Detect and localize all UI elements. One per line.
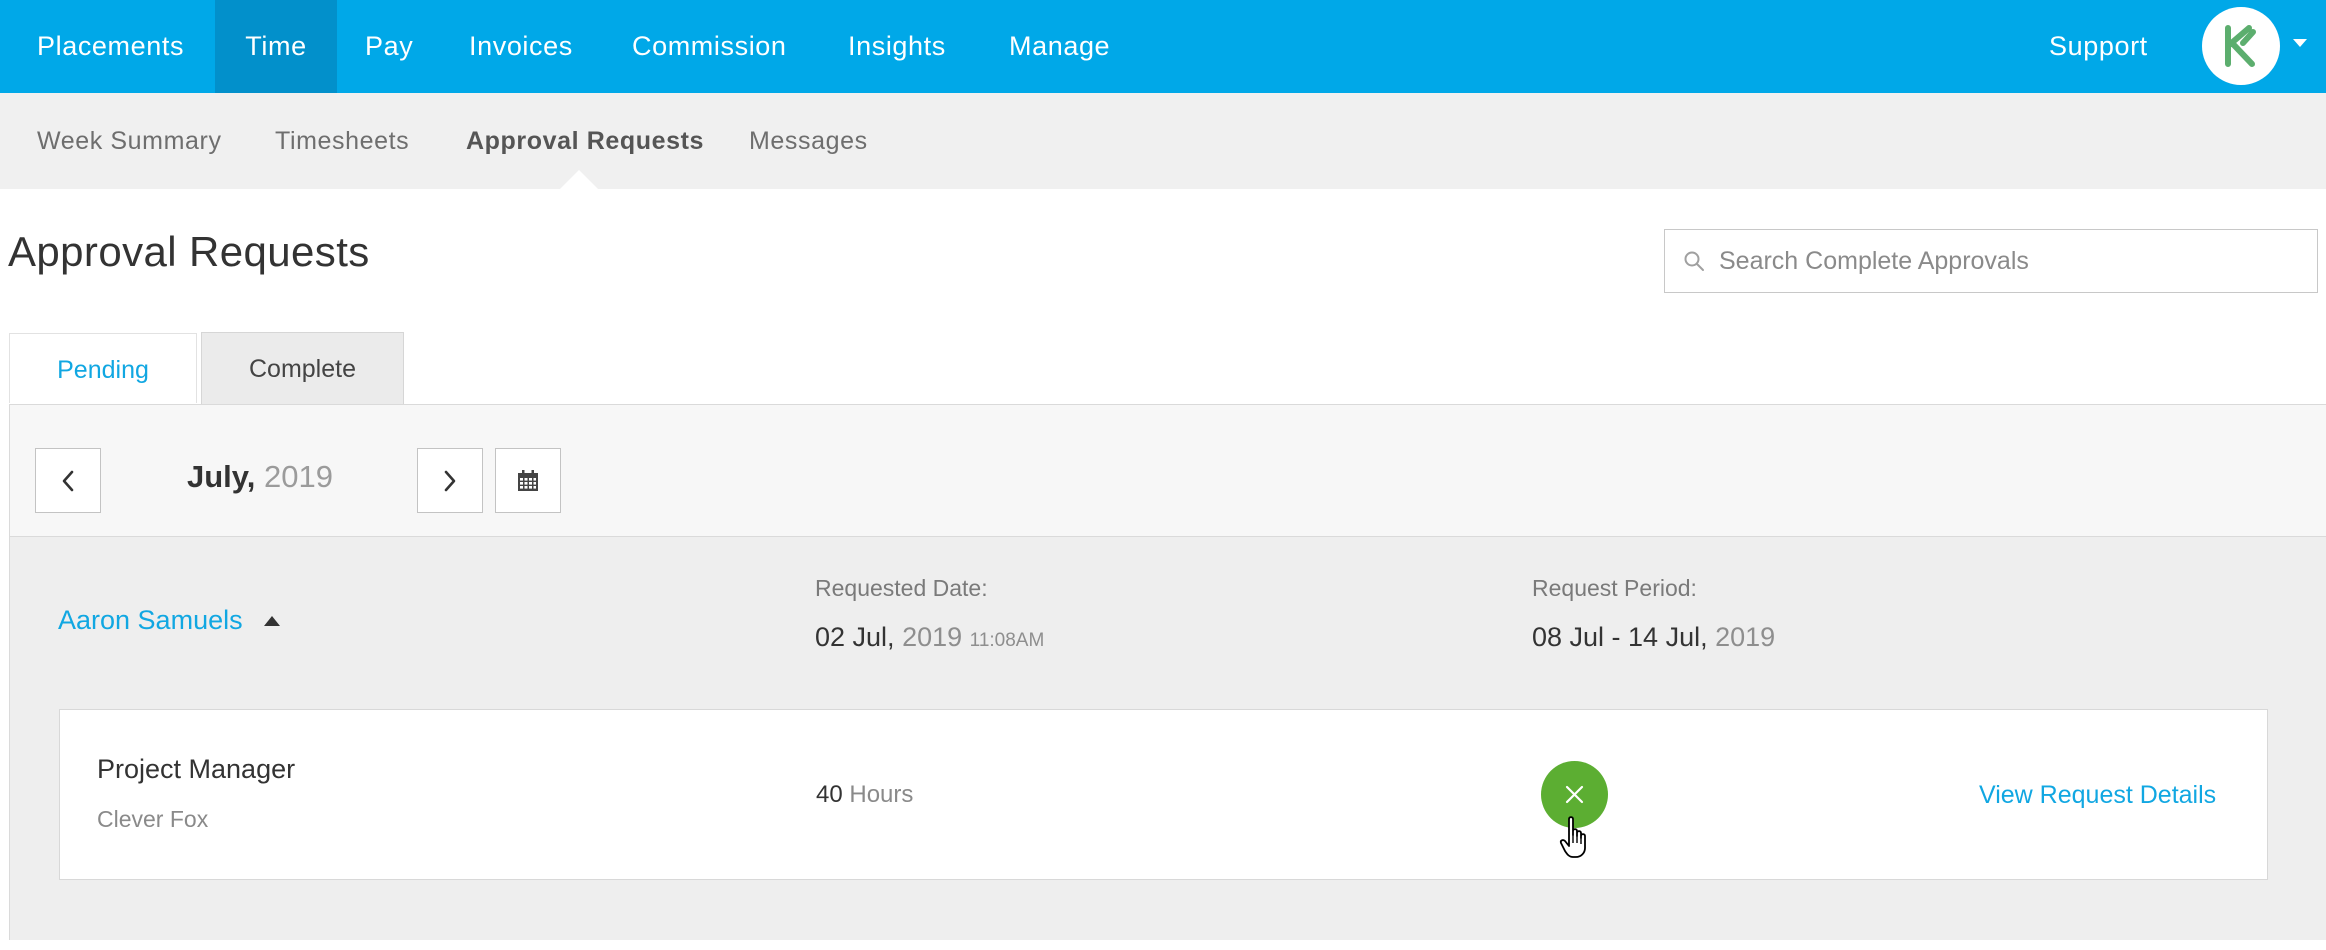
- requested-date-label: Requested Date:: [815, 575, 988, 601]
- chevron-right-icon: [444, 470, 456, 491]
- nav-placements[interactable]: Placements: [9, 0, 212, 93]
- tab-pending[interactable]: Pending: [9, 333, 197, 403]
- month-name: July,: [187, 459, 256, 494]
- nav-commission[interactable]: Commission: [604, 0, 815, 93]
- requested-year: 2019: [902, 622, 963, 652]
- nav-support[interactable]: Support: [2021, 0, 2176, 93]
- request-period-label: Request Period:: [1532, 575, 1697, 601]
- hours-value: 40: [816, 781, 843, 808]
- hours-unit: Hours: [849, 781, 914, 808]
- next-month-button[interactable]: [417, 448, 483, 513]
- brand-logo-icon: [2225, 25, 2256, 67]
- tab-complete[interactable]: Complete: [201, 332, 404, 404]
- nav-insights[interactable]: Insights: [820, 0, 974, 93]
- previous-month-button[interactable]: [35, 448, 101, 513]
- user-avatar[interactable]: [2202, 7, 2280, 85]
- view-request-details-link[interactable]: View Request Details: [1979, 781, 2216, 810]
- request-card: [59, 709, 2268, 880]
- close-icon: [1565, 785, 1584, 804]
- requested-time: 11:08AM: [969, 630, 1045, 651]
- chevron-left-icon: [62, 470, 74, 491]
- company-name: Clever Fox: [97, 806, 209, 832]
- current-month-label: July, 2019: [187, 459, 333, 495]
- requested-day-month: 02 Jul,: [815, 622, 895, 652]
- secondary-navigation-bar: Week Summary Timesheets Approval Request…: [0, 93, 2326, 189]
- nav-manage[interactable]: Manage: [981, 0, 1138, 93]
- month-year: 2019: [263, 459, 333, 494]
- calendar-button[interactable]: [495, 448, 561, 513]
- active-subnav-pointer: [560, 170, 598, 189]
- requested-date-value: 02 Jul, 2019 11:08AM: [815, 622, 1044, 653]
- caret-up-icon[interactable]: [264, 616, 280, 626]
- search-icon: [1684, 251, 1704, 271]
- search-input[interactable]: [1719, 230, 2309, 292]
- person-name-toggle[interactable]: Aaron Samuels: [58, 605, 243, 636]
- top-navigation-bar: Placements Time Pay Invoices Commission …: [0, 0, 2326, 93]
- subnav-messages[interactable]: Messages: [749, 93, 868, 189]
- subnav-timesheets[interactable]: Timesheets: [275, 93, 409, 189]
- caret-down-icon[interactable]: [2293, 39, 2307, 47]
- page-title: Approval Requests: [8, 228, 370, 275]
- job-title: Project Manager: [97, 754, 296, 784]
- request-period-range: 08 Jul - 14 Jul,: [1532, 622, 1708, 652]
- request-period-year: 2019: [1715, 622, 1776, 652]
- hours-total: 40 Hours: [816, 781, 913, 809]
- nav-time[interactable]: Time: [215, 0, 337, 93]
- nav-pay[interactable]: Pay: [337, 0, 441, 93]
- request-period-value: 08 Jul - 14 Jul, 2019: [1532, 622, 1775, 653]
- subnav-week-summary[interactable]: Week Summary: [37, 93, 222, 189]
- month-navigator: [9, 404, 2326, 537]
- calendar-icon: [518, 469, 538, 491]
- hand-cursor-icon: [1559, 816, 1586, 858]
- search-box[interactable]: [1664, 229, 2318, 293]
- nav-invoices[interactable]: Invoices: [441, 0, 601, 93]
